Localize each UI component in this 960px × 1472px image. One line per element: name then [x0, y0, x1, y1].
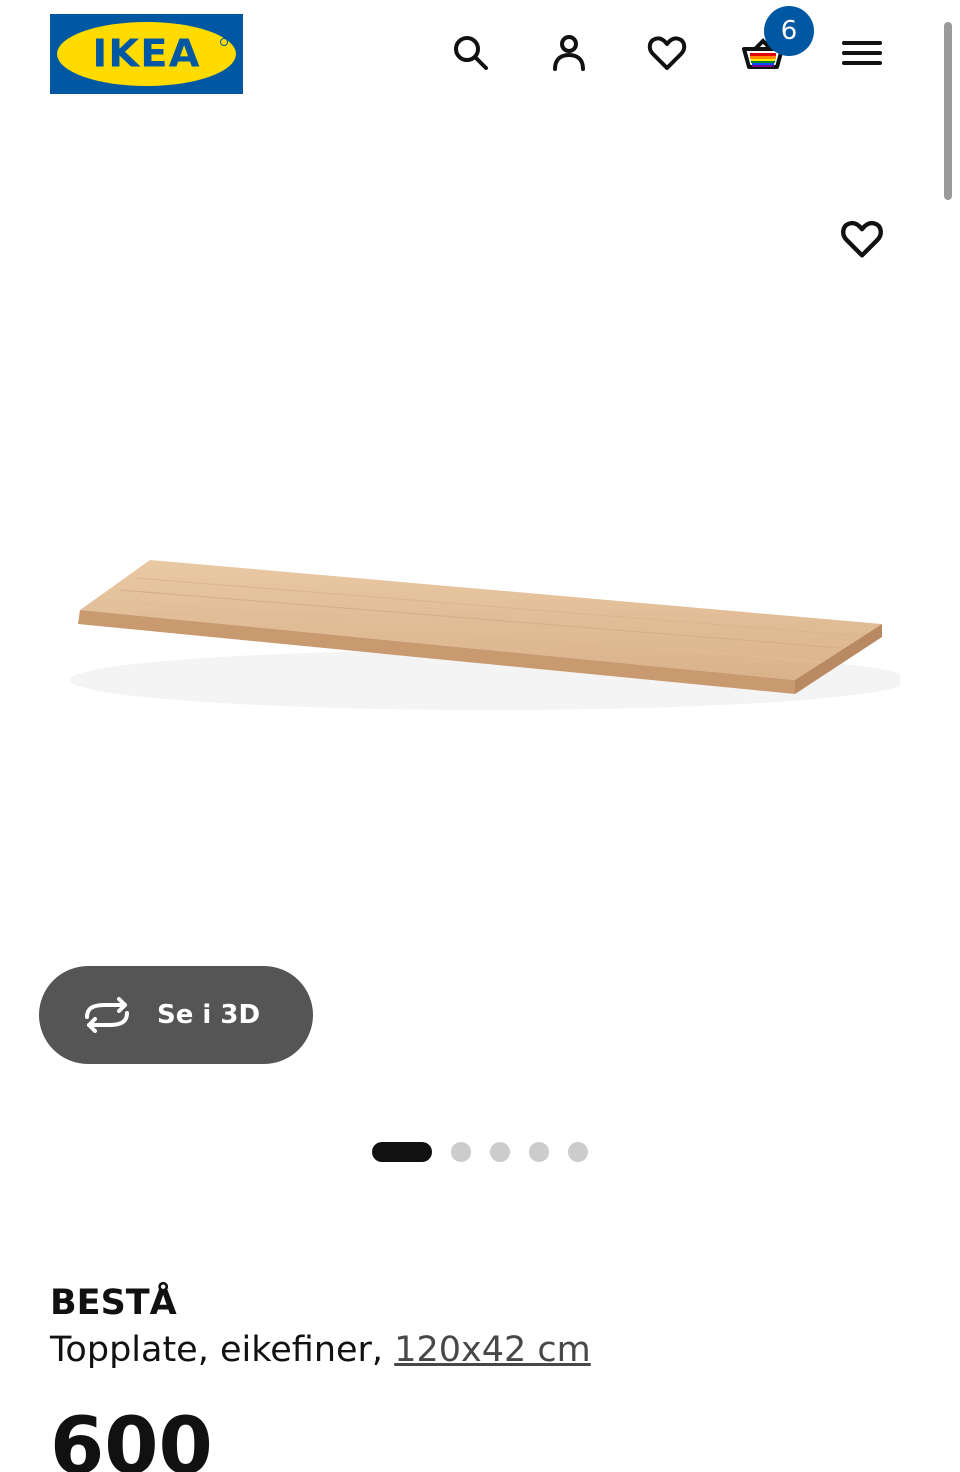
product-description-text: Topplate, eikefiner,: [50, 1330, 395, 1370]
gallery-dot-5[interactable]: [568, 1142, 588, 1162]
account-button[interactable]: [542, 26, 596, 80]
account-icon: [553, 35, 585, 71]
product-name: BESTÅ: [50, 1283, 177, 1323]
favourites-button[interactable]: [640, 26, 694, 80]
view-in-3d-button[interactable]: Se i 3D: [39, 966, 313, 1064]
product-image[interactable]: [60, 540, 900, 730]
gallery-dot-1[interactable]: [372, 1142, 432, 1162]
heart-icon: [841, 220, 883, 258]
search-button[interactable]: [444, 26, 498, 80]
gallery-dot-3[interactable]: [490, 1142, 510, 1162]
product-description: Topplate, eikefiner, 120x42 cm: [50, 1330, 591, 1370]
heart-icon: [647, 36, 687, 70]
search-icon: [454, 36, 488, 70]
view-in-3d-label: Se i 3D: [157, 1000, 261, 1030]
save-to-favourites-button[interactable]: [835, 212, 889, 266]
ikea-logo[interactable]: IKEA: [50, 14, 243, 94]
gallery-dot-4[interactable]: [529, 1142, 549, 1162]
rotate-3d-icon: [85, 997, 129, 1033]
cart-count-badge: 6: [764, 6, 814, 56]
menu-icon: [842, 41, 882, 65]
gallery-pagination: [372, 1141, 588, 1163]
logo-text: IKEA: [92, 32, 201, 76]
gallery-dot-2[interactable]: [451, 1142, 471, 1162]
product-price: 600: [50, 1402, 213, 1472]
product-price-suffix: ,-: [200, 1458, 224, 1472]
product-size-link[interactable]: 120x42 cm: [394, 1330, 591, 1370]
page-scrollbar[interactable]: [944, 22, 952, 200]
site-header: IKEA 6: [0, 0, 960, 110]
menu-button[interactable]: [835, 26, 889, 80]
